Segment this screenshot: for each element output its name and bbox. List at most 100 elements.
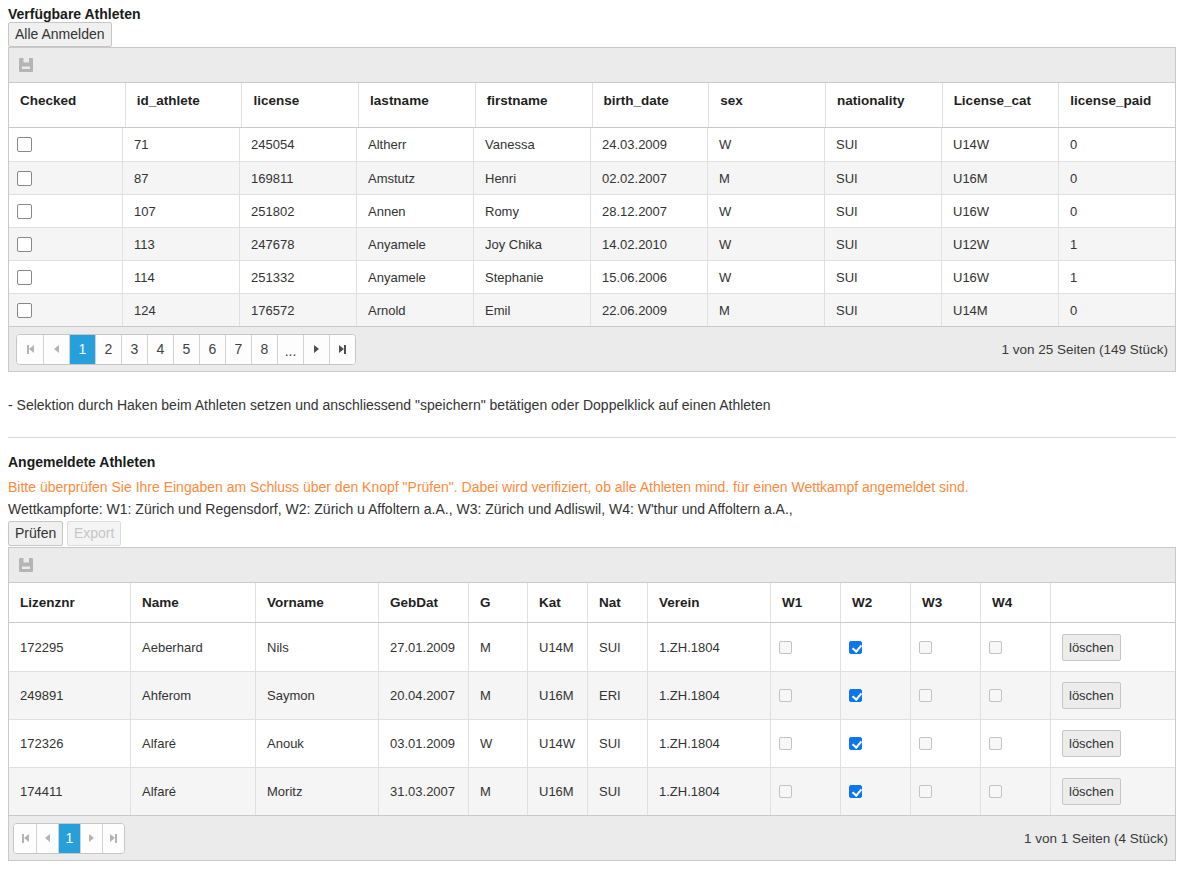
- table-row: 172295AeberhardNils27.01.2009MU14MSUI1.Z…: [9, 623, 1175, 671]
- cell-License_cat: U12W: [941, 228, 1058, 260]
- w2-checkbox[interactable]: [849, 737, 862, 750]
- cell-Kat: U14W: [527, 720, 587, 767]
- cell-license_paid: 0: [1058, 128, 1175, 161]
- table-row[interactable]: 71245054AltherrVanessa24.03.2009WSUIU14W…: [9, 128, 1175, 161]
- warning-text: Bitte überprüfen Sie Ihre Eingaben am Sc…: [8, 479, 1176, 495]
- table-row[interactable]: 114251332AnyameleStephanie15.06.2006WSUI…: [9, 260, 1175, 293]
- pager-page-4[interactable]: 4: [147, 335, 173, 364]
- row-checkbox[interactable]: [17, 137, 32, 152]
- row-checkbox[interactable]: [17, 270, 32, 285]
- table-row: 249891AhferomSaymon20.04.2007MU16MERI1.Z…: [9, 671, 1175, 719]
- cell-License_cat: U16W: [941, 261, 1058, 293]
- pager-page-7[interactable]: 7: [225, 335, 251, 364]
- column-header-W3: W3: [910, 583, 980, 622]
- column-header-W1: W1: [770, 583, 840, 622]
- cell-Nat: SUI: [587, 623, 647, 671]
- row-checkbox[interactable]: [17, 204, 32, 219]
- pager-page-5[interactable]: 5: [173, 335, 199, 364]
- selection-hint: - Selektion durch Haken beim Athleten se…: [8, 397, 1176, 413]
- cell-Lizenznr: 172326: [9, 720, 130, 767]
- delete-button[interactable]: löschen: [1062, 730, 1121, 757]
- cell-nationality: SUI: [824, 228, 941, 260]
- registered-grid: LizenznrNameVornameGebDatGKatNatVereinW1…: [8, 547, 1176, 861]
- cell-w3: [910, 768, 980, 815]
- cell-delete: löschen: [1050, 720, 1175, 767]
- pager-page-1[interactable]: 1: [58, 824, 80, 853]
- cell-license: 245054: [239, 128, 356, 161]
- cell-delete: löschen: [1050, 768, 1175, 815]
- table-row[interactable]: 107251802AnnenRomy28.12.2007WSUIU16W0: [9, 194, 1175, 227]
- row-checkbox[interactable]: [17, 171, 32, 186]
- column-header-Verein: Verein: [647, 583, 770, 622]
- cell-license_paid: 0: [1058, 294, 1175, 326]
- cell-firstname: Vanessa: [473, 128, 590, 161]
- pager-page-2[interactable]: 2: [95, 335, 121, 364]
- pager-first-button: [17, 335, 43, 364]
- register-all-button[interactable]: Alle Anmelden: [8, 22, 112, 47]
- cell-firstname: Henri: [473, 162, 590, 194]
- cell-license_paid: 1: [1058, 228, 1175, 260]
- w2-checkbox[interactable]: [849, 689, 862, 702]
- pager-page-1[interactable]: 1: [69, 335, 95, 364]
- column-header-Kat: Kat: [527, 583, 587, 622]
- cell-nationality: SUI: [824, 294, 941, 326]
- export-button: Export: [67, 521, 121, 546]
- cell-G: M: [468, 623, 527, 671]
- pager-last-button[interactable]: [329, 335, 355, 364]
- cell-Kat: U14M: [527, 623, 587, 671]
- w4-checkbox: [989, 689, 1002, 702]
- table-row: 174411AlfaréMoritz31.03.2007MU16MSUI1.ZH…: [9, 767, 1175, 815]
- cell-license: 251802: [239, 195, 356, 227]
- cell-sex: M: [707, 294, 824, 326]
- save-icon: [19, 558, 33, 572]
- cell-id_athlete: 114: [122, 261, 239, 293]
- cell-birth_date: 28.12.2007: [590, 195, 707, 227]
- column-header-id_athlete: id_athlete: [125, 83, 242, 127]
- cell-sex: W: [707, 228, 824, 260]
- cell-w1: [770, 623, 840, 671]
- pager-page-3[interactable]: 3: [121, 335, 147, 364]
- cell-Kat: U16M: [527, 672, 587, 719]
- table-row[interactable]: 87169811AmstutzHenri02.02.2007MSUIU16M0: [9, 161, 1175, 194]
- delete-button[interactable]: löschen: [1062, 778, 1121, 805]
- cell-license: 169811: [239, 162, 356, 194]
- column-header-License_cat: License_cat: [942, 83, 1059, 127]
- w1-checkbox: [779, 737, 792, 750]
- cell-birth_date: 22.06.2009: [590, 294, 707, 326]
- cell-id_athlete: 87: [122, 162, 239, 194]
- cell-License_cat: U14M: [941, 294, 1058, 326]
- w2-checkbox[interactable]: [849, 641, 862, 654]
- row-checkbox[interactable]: [17, 303, 32, 318]
- cell-Verein: 1.ZH.1804: [647, 623, 770, 671]
- pager-next-button[interactable]: [303, 335, 329, 364]
- cell-w1: [770, 768, 840, 815]
- pager-page-6[interactable]: 6: [199, 335, 225, 364]
- w4-checkbox: [989, 737, 1002, 750]
- cell-G: M: [468, 672, 527, 719]
- table-row[interactable]: 124176572ArnoldEmil22.06.2009MSUIU14M0: [9, 293, 1175, 326]
- w2-checkbox[interactable]: [849, 785, 862, 798]
- next-page-icon: [314, 345, 319, 353]
- delete-button[interactable]: löschen: [1062, 682, 1121, 709]
- pager-summary: 1 von 25 Seiten (149 Stück): [1001, 342, 1168, 357]
- cell-birth_date: 24.03.2009: [590, 128, 707, 161]
- column-header-Name: Name: [130, 583, 255, 622]
- cell-Vorname: Moritz: [255, 768, 378, 815]
- column-header-birth_date: birth_date: [592, 83, 709, 127]
- pager-ellipsis[interactable]: ...: [277, 335, 303, 364]
- available-section: Verfügbare Athleten Alle Anmelden Checke…: [8, 8, 1176, 372]
- registered-header-row: LizenznrNameVornameGebDatGKatNatVereinW1…: [9, 583, 1175, 623]
- check-button[interactable]: Prüfen: [8, 521, 63, 546]
- cell-w4: [980, 623, 1050, 671]
- cell-nationality: SUI: [824, 162, 941, 194]
- cell-Nat: SUI: [587, 720, 647, 767]
- row-checkbox[interactable]: [17, 237, 32, 252]
- cell-checked: [9, 128, 122, 161]
- delete-button[interactable]: löschen: [1062, 634, 1121, 661]
- grid-toolbar: [9, 548, 1175, 583]
- cell-lastname: Anyamele: [356, 228, 473, 260]
- cell-GebDat: 31.03.2007: [378, 768, 468, 815]
- pager-page-8[interactable]: 8: [251, 335, 277, 364]
- table-row[interactable]: 113247678AnyameleJoy Chika14.02.2010WSUI…: [9, 227, 1175, 260]
- cell-w2: [840, 623, 910, 671]
